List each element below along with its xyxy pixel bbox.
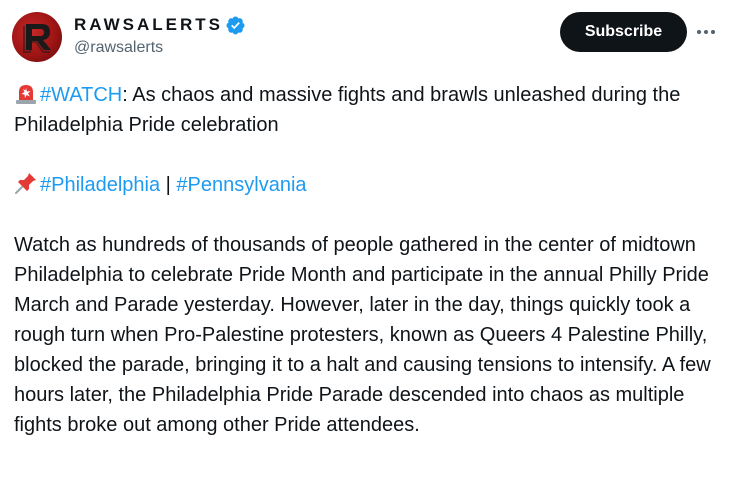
r-logo-icon <box>23 24 51 53</box>
tweet-paragraph: Watch as hundreds of thousands of people… <box>14 234 711 436</box>
hashtag-philadelphia[interactable]: #Philadelphia <box>40 174 160 196</box>
handle[interactable]: @rawsalerts <box>74 39 246 57</box>
tweet-header: RAWSALERTS @rawsalerts Subscribe <box>12 12 719 62</box>
hashtag-watch[interactable]: #WATCH <box>40 84 122 106</box>
tweet-text: #WATCH: As chaos and massive fights and … <box>14 80 719 440</box>
hashtag-separator: | <box>160 174 177 196</box>
avatar[interactable] <box>12 12 62 62</box>
more-horizontal-icon <box>697 30 715 34</box>
display-name-row: RAWSALERTS <box>74 14 246 36</box>
verified-badge-icon <box>226 16 245 34</box>
display-name[interactable]: RAWSALERTS <box>74 15 223 35</box>
tweet-headline: #WATCH: As chaos and massive fights and … <box>14 80 719 140</box>
subscribe-button[interactable]: Subscribe <box>560 12 687 52</box>
hashtag-pennsylvania[interactable]: #Pennsylvania <box>176 174 306 196</box>
more-options-button[interactable] <box>692 18 720 46</box>
pushpin-icon <box>15 173 36 194</box>
hashtag-line: #Philadelphia | #Pennsylvania <box>14 170 719 200</box>
rotating-light-icon <box>16 85 36 104</box>
author-info: RAWSALERTS @rawsalerts <box>74 14 246 57</box>
